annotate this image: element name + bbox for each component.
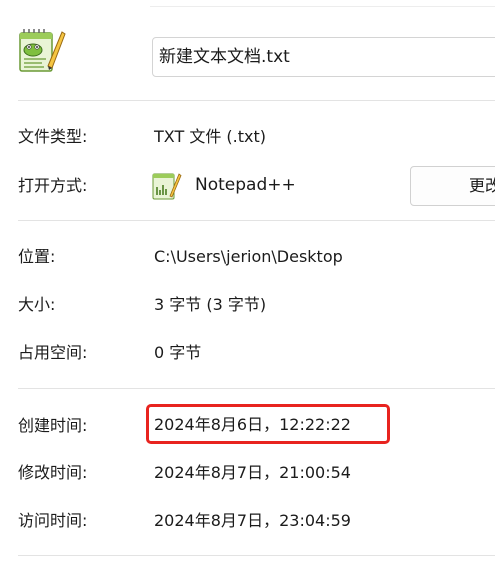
divider bbox=[18, 100, 495, 101]
modified-value: 2024年8月7日，21:00:54 bbox=[154, 463, 351, 482]
modified-label: 修改时间: bbox=[18, 463, 88, 482]
opens-with-label: 打开方式: bbox=[18, 176, 88, 195]
size-label: 大小: bbox=[18, 295, 56, 314]
top-edge bbox=[150, 0, 495, 7]
highlight-annotation bbox=[146, 404, 390, 444]
location-label: 位置: bbox=[18, 247, 56, 266]
divider bbox=[18, 555, 495, 556]
opens-with-app-name: Notepad++ bbox=[195, 175, 296, 195]
location-value: C:\Users\jerion\Desktop bbox=[154, 247, 343, 266]
file-type-label: 文件类型: bbox=[18, 127, 88, 146]
created-label: 创建时间: bbox=[18, 416, 88, 435]
notepad-plus-plus-app-icon bbox=[152, 171, 182, 201]
notepad-plus-plus-file-icon bbox=[18, 26, 66, 74]
size-on-disk-value: 0 字节 bbox=[154, 343, 202, 362]
accessed-value: 2024年8月7日，23:04:59 bbox=[154, 511, 351, 530]
file-properties-general-tab: 新建文本文档.txt 文件类型: TXT 文件 (.txt) 打开方式: Not… bbox=[0, 0, 495, 570]
accessed-label: 访问时间: bbox=[18, 511, 88, 530]
file-type-value: TXT 文件 (.txt) bbox=[154, 127, 266, 146]
divider bbox=[18, 388, 495, 389]
change-app-button[interactable]: 更改 bbox=[410, 166, 495, 206]
divider bbox=[18, 220, 495, 221]
size-value: 3 字节 (3 字节) bbox=[154, 295, 267, 314]
file-name-input[interactable]: 新建文本文档.txt bbox=[152, 37, 495, 77]
size-on-disk-label: 占用空间: bbox=[18, 343, 88, 362]
